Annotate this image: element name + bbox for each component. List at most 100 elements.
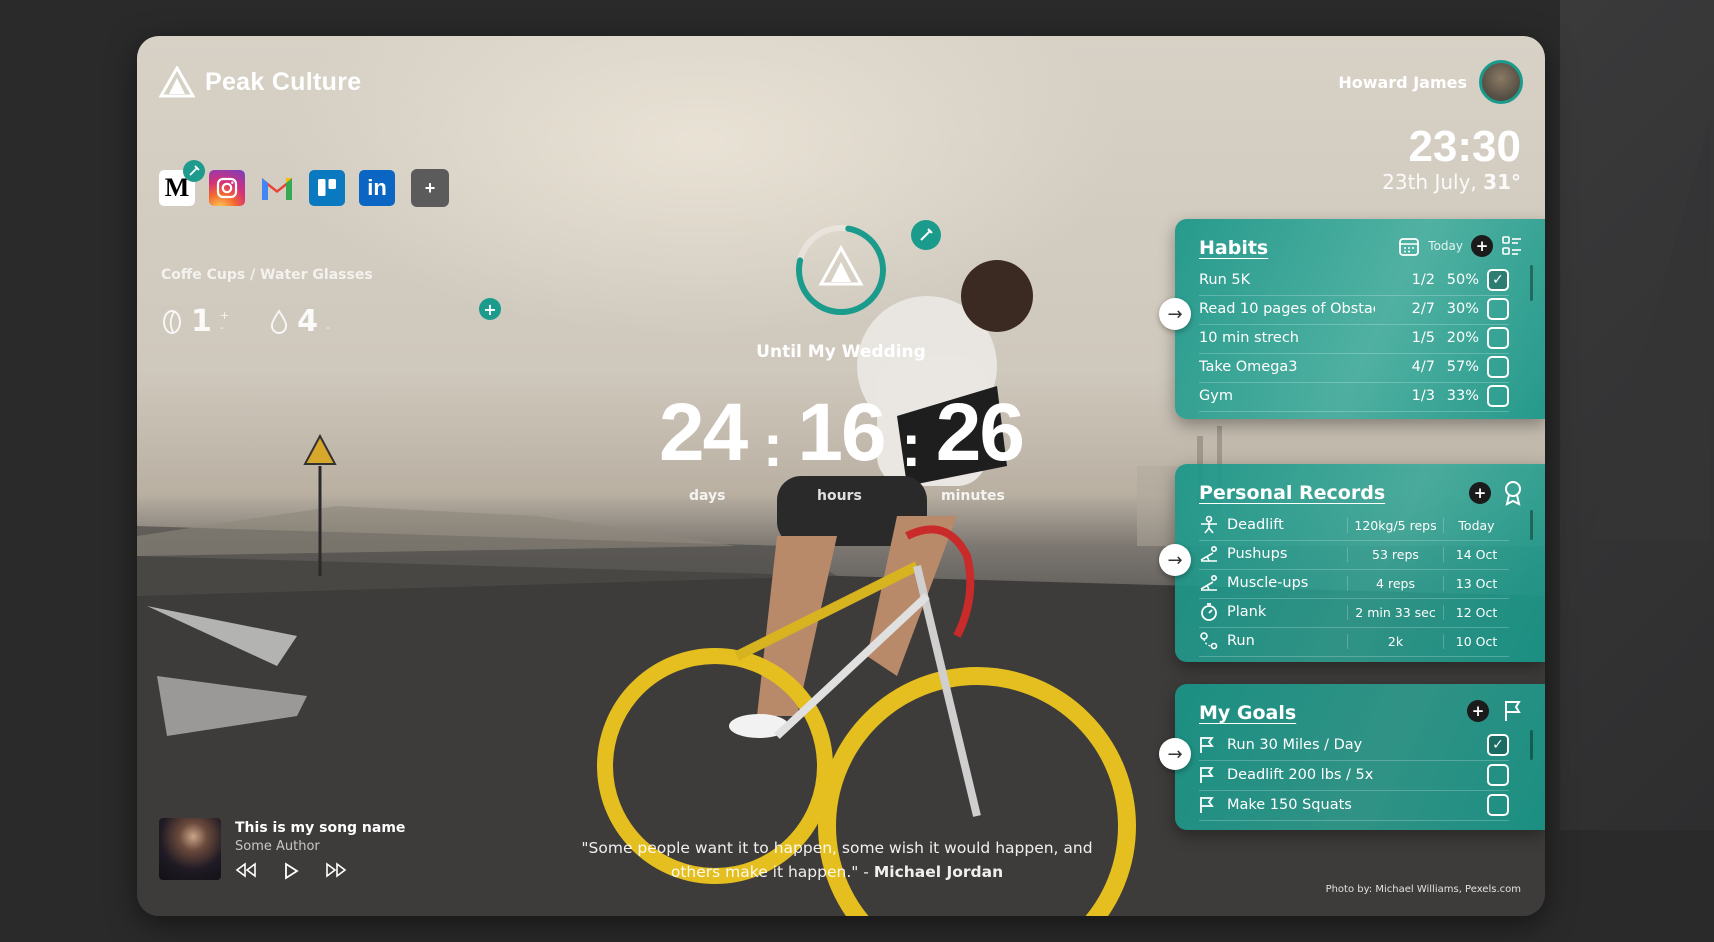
rewind-icon[interactable]: [235, 862, 257, 878]
goals-title[interactable]: My Goals: [1199, 702, 1296, 724]
coffee-count: 1: [191, 304, 212, 339]
flag-icon[interactable]: [1503, 700, 1523, 722]
record-name: Muscle-ups: [1227, 575, 1309, 591]
calendar-icon[interactable]: [1398, 235, 1420, 257]
habit-row[interactable]: Read 10 pages of Obstacle... 2/7 30%: [1199, 294, 1509, 325]
album-cover[interactable]: [159, 818, 221, 880]
goal-name: Make 150 Squats: [1227, 797, 1352, 813]
habit-percent: 57%: [1446, 359, 1479, 375]
dashboard-frame: Peak Culture M in + Coffe Cups / Water G…: [137, 36, 1545, 916]
habit-checkbox[interactable]: [1487, 356, 1509, 378]
list-view-icon[interactable]: [1501, 235, 1523, 257]
photo-credit[interactable]: Photo by: Michael Williams, Pexels.com: [1326, 884, 1521, 895]
trello-app-icon[interactable]: [309, 170, 345, 206]
countdown-days: 24: [659, 387, 748, 478]
add-goal-icon[interactable]: +: [1467, 700, 1489, 722]
habit-checkbox[interactable]: ✓: [1487, 269, 1509, 291]
coffee-minus[interactable]: -: [220, 321, 229, 334]
record-row[interactable]: Plank 2 min 33 sec 12 Oct: [1199, 597, 1509, 628]
habit-row[interactable]: Gym 1/3 33%: [1199, 381, 1509, 412]
goal-name: Deadlift 200 lbs / 5x: [1227, 767, 1374, 783]
add-record-icon[interactable]: +: [1469, 482, 1491, 504]
edit-pin-icon[interactable]: [183, 160, 205, 182]
habit-checkbox[interactable]: [1487, 327, 1509, 349]
add-habit-icon[interactable]: +: [1471, 235, 1493, 257]
habit-percent: 50%: [1446, 272, 1479, 288]
coffee-stepper[interactable]: + -: [220, 309, 229, 334]
pushup-icon: [1199, 544, 1227, 564]
record-date: Today: [1443, 517, 1509, 533]
habit-checkbox[interactable]: [1487, 298, 1509, 320]
record-name: Deadlift: [1227, 517, 1284, 533]
records-expand-arrow-icon[interactable]: →: [1159, 544, 1191, 576]
records-panel: Personal Records + Deadlift 120kg/5 reps T…: [1175, 464, 1545, 662]
records-scrollbar[interactable]: [1530, 510, 1533, 540]
habits-expand-arrow-icon[interactable]: →: [1159, 298, 1191, 330]
goal-row[interactable]: Deadlift 200 lbs / 5x: [1199, 760, 1509, 791]
record-row[interactable]: Deadlift 120kg/5 reps Today: [1199, 510, 1509, 541]
goals-panel: My Goals + Run 30 Miles / Day ✓ Deadlift 2…: [1175, 684, 1545, 830]
habit-count: 1/3: [1411, 388, 1435, 404]
water-drop-icon: [270, 308, 288, 334]
water-stepper[interactable]: + -: [326, 310, 335, 334]
habits-scrollbar[interactable]: [1530, 265, 1533, 301]
record-date: 12 Oct: [1443, 604, 1509, 620]
song-author: Some Author: [235, 839, 320, 854]
countdown-sep: :: [762, 412, 783, 479]
add-app-button[interactable]: +: [411, 169, 449, 207]
habit-percent: 33%: [1446, 388, 1479, 404]
linkedin-app-icon[interactable]: in: [359, 170, 395, 206]
weight-lift-icon: [1199, 515, 1227, 535]
goal-checkbox[interactable]: ✓: [1487, 734, 1509, 756]
habit-count: 1/5: [1411, 330, 1435, 346]
today-label[interactable]: Today: [1428, 239, 1463, 253]
goal-checkbox[interactable]: [1487, 764, 1509, 786]
gmail-app-icon[interactable]: [259, 170, 295, 206]
user-profile[interactable]: Howard James: [1338, 60, 1523, 104]
habit-row[interactable]: Take Omega3 4/7 57%: [1199, 352, 1509, 383]
goals-scrollbar[interactable]: [1530, 730, 1533, 760]
award-icon[interactable]: [1503, 480, 1523, 506]
coffee-plus[interactable]: +: [220, 309, 229, 322]
goals-expand-arrow-icon[interactable]: →: [1159, 738, 1191, 770]
habit-percent: 30%: [1446, 301, 1479, 317]
habit-row[interactable]: Run 5K 1/2 50% ✓: [1199, 265, 1509, 296]
goal-row[interactable]: Run 30 Miles / Day ✓: [1199, 730, 1509, 761]
counter-title: Coffe Cups / Water Glasses: [161, 267, 373, 283]
goal-checkbox[interactable]: [1487, 794, 1509, 816]
water-minus[interactable]: -: [326, 321, 335, 334]
linkedin-label: in: [367, 175, 387, 200]
app-shortcuts: M in +: [159, 160, 449, 207]
brand-logo[interactable]: Peak Culture: [159, 66, 361, 98]
countdown-timer: 24 : 16 : 26: [659, 386, 1025, 480]
music-controls: [235, 862, 405, 880]
avatar[interactable]: [1479, 60, 1523, 104]
goal-flag-icon: [1199, 796, 1227, 814]
record-value: 120kg/5 reps: [1347, 517, 1443, 533]
goal-row[interactable]: Make 150 Squats: [1199, 790, 1509, 821]
edit-event-icon[interactable]: [911, 220, 941, 250]
countdown-sep: :: [901, 412, 921, 479]
records-title[interactable]: Personal Records: [1199, 482, 1385, 504]
date-weather: 23th July, 31°: [1382, 170, 1521, 194]
instagram-app-icon[interactable]: [209, 170, 245, 206]
record-date: 10 Oct: [1443, 633, 1509, 649]
hours-label: hours: [817, 488, 862, 504]
peak-logo-icon: [159, 66, 195, 98]
habit-checkbox[interactable]: [1487, 385, 1509, 407]
fast-forward-icon[interactable]: [325, 862, 347, 878]
medium-app-icon[interactable]: M: [159, 160, 205, 206]
habits-title[interactable]: Habits: [1199, 237, 1268, 259]
record-row[interactable]: Run 2k 10 Oct: [1199, 626, 1509, 657]
habits-panel: Habits Today + Run 5K 1/2 50% ✓ Read 10 page…: [1175, 219, 1545, 419]
record-row[interactable]: Pushups 53 reps 14 Oct: [1199, 539, 1509, 570]
habit-name: Gym: [1199, 388, 1233, 404]
play-icon[interactable]: [283, 862, 299, 880]
record-row[interactable]: Muscle-ups 4 reps 13 Oct: [1199, 568, 1509, 599]
habit-row[interactable]: 10 min strech 1/5 20%: [1199, 323, 1509, 354]
add-counter-button[interactable]: +: [479, 298, 501, 320]
records-toolbar: +: [1469, 480, 1523, 506]
habit-count: 2/7: [1411, 301, 1435, 317]
music-player: This is my song name Some Author: [159, 818, 405, 880]
water-count: 4: [297, 304, 318, 339]
